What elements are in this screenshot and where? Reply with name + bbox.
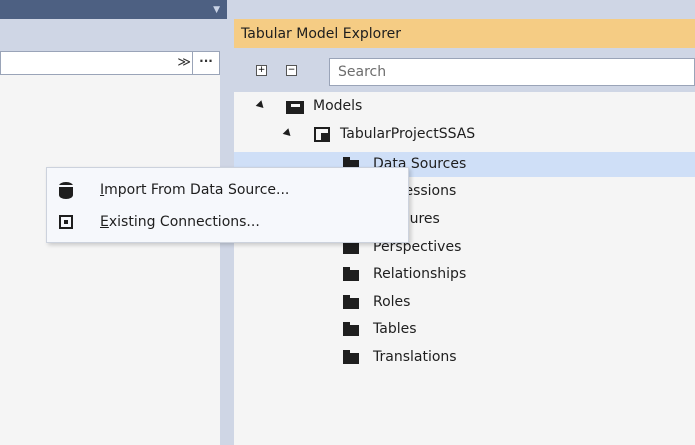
explorer-toolbar: + − [234,48,695,92]
dropdown-arrow-icon[interactable]: ▼ [213,5,220,15]
tree-label-tables: Tables [373,321,417,337]
search-box[interactable] [329,58,695,86]
folder-icon [343,350,359,364]
tree-node-relationships[interactable]: Relationships [234,262,695,287]
double-chevron-icon[interactable]: ≫ [177,55,191,70]
explorer-title: Tabular Model Explorer [241,26,402,42]
left-pane-dropdown[interactable]: ≫ ··· [0,51,220,75]
tree-label-translations: Translations [373,349,457,365]
folder-icon [343,267,359,281]
existing-connections-icon [59,215,73,229]
left-pane-titlebar: ▼ [0,0,227,19]
tree-node-project[interactable]: TabularProjectSSAS [234,122,695,147]
tabular-project-icon [314,127,330,142]
collapse-all-button[interactable]: − [286,65,297,76]
tree-node-models[interactable]: Models [234,94,695,119]
tree-label-project: TabularProjectSSAS [340,126,476,142]
tree-node-translations[interactable]: Translations [234,345,695,370]
expand-all-button[interactable]: + [256,65,267,76]
tree-label-roles: Roles [373,294,411,310]
models-folder-icon [286,101,304,114]
tree-label-models: Models [313,98,363,114]
tree-node-tables[interactable]: Tables [234,317,695,342]
menu-item-import-from-data-source[interactable]: Import From Data Source... [48,174,407,207]
collapse-triangle-icon[interactable] [282,128,294,139]
search-input[interactable] [330,59,686,85]
menu-item-label: Import From Data Source... [100,182,290,198]
context-menu: Import From Data Source... Existing Conn… [46,167,409,243]
tree-label-relationships: Relationships [373,266,467,282]
left-toolbar [0,19,227,52]
menu-item-existing-connections[interactable]: Existing Connections... [48,206,407,239]
folder-icon [343,322,359,336]
more-options-button[interactable]: ··· [192,52,219,74]
folder-icon [343,240,359,254]
explorer-titlebar: Tabular Model Explorer [234,19,695,48]
tree-node-roles[interactable]: Roles [234,290,695,315]
left-pane-content [0,75,221,445]
database-icon [59,182,73,199]
menu-item-label: Existing Connections... [100,214,260,230]
folder-icon [343,295,359,309]
collapse-triangle-icon[interactable] [255,100,267,111]
